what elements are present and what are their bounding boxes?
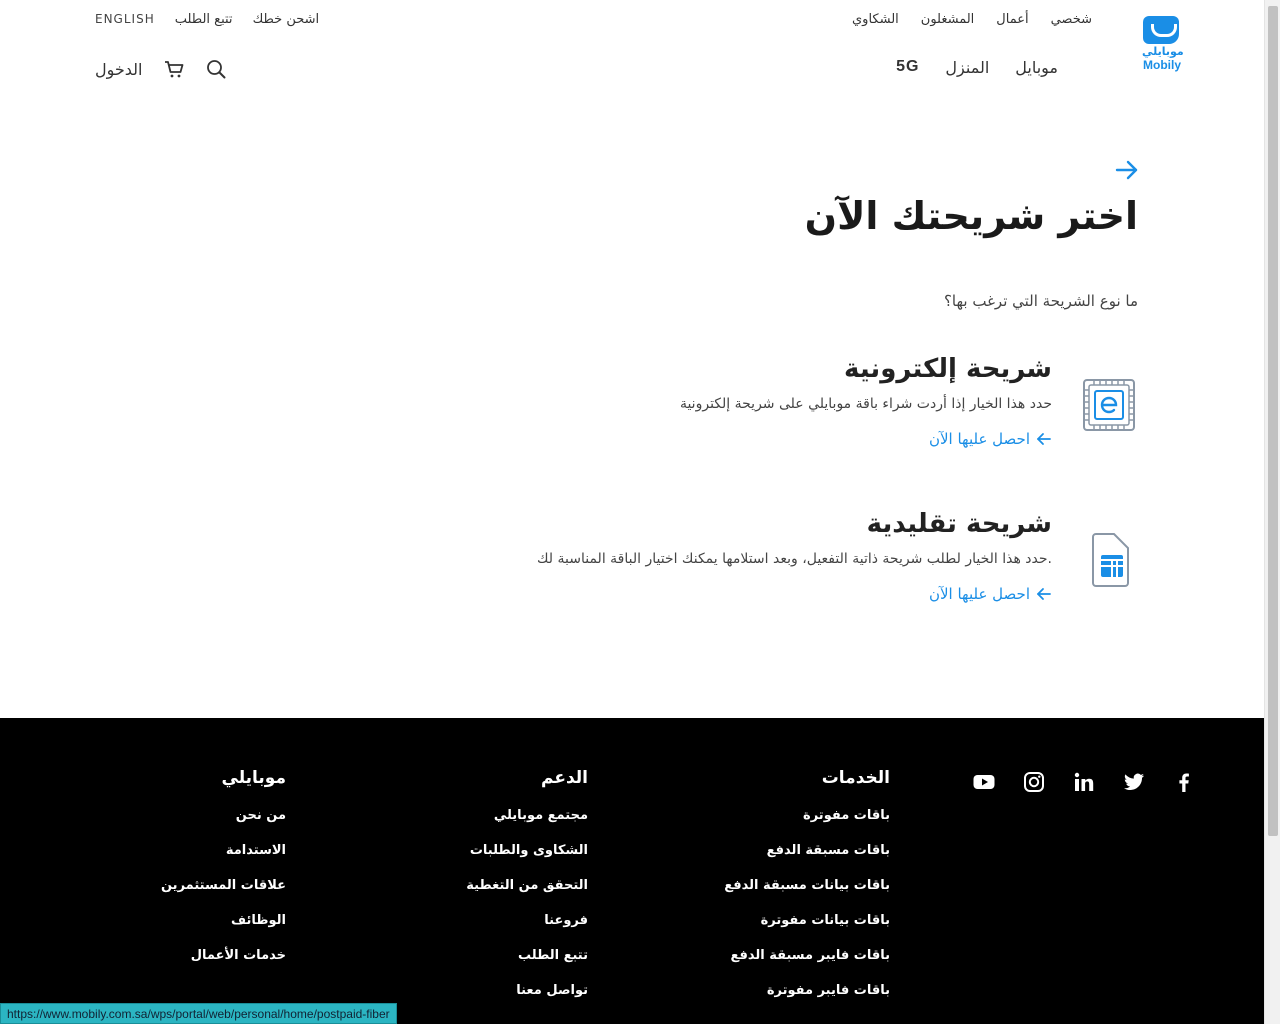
option-physical-sim[interactable]: شريحة تقليدية حدد هذا الخيار لطلب شريحة … xyxy=(498,509,1138,619)
top-left-links: اشحن خطك تتبع الطلب ENGLISH xyxy=(95,12,319,27)
mobily-logo[interactable]: موبايلي Mobily xyxy=(1142,16,1184,78)
linkedin-icon[interactable] xyxy=(1072,770,1096,794)
top-right-links: شخصي أعمال المشغلون الشكاوي xyxy=(852,12,1092,27)
top-bar: شخصي أعمال المشغلون الشكاوي اشحن خطك تتب… xyxy=(0,12,1264,34)
logo-text-arabic: موبايلي xyxy=(1142,45,1184,58)
footer-link[interactable]: علاقات المستثمرين xyxy=(161,878,286,893)
footer-link[interactable]: باقات بيانات مفوترة xyxy=(724,913,890,928)
footer-link[interactable]: من نحن xyxy=(161,808,286,823)
footer: الخدمات باقات مفوترة باقات مسبقة الدفع ب… xyxy=(0,718,1264,1024)
footer-heading: موبايلي xyxy=(221,768,286,788)
esim-icon xyxy=(1080,376,1138,434)
top-link-operators[interactable]: المشغلون xyxy=(921,12,975,27)
footer-link[interactable]: باقات فايبر مفوترة xyxy=(724,983,890,998)
nav-tools: الدخول xyxy=(95,58,227,80)
nav-mobile[interactable]: موبايل xyxy=(1015,58,1058,77)
language-switch[interactable]: ENGLISH xyxy=(95,12,155,27)
footer-link[interactable]: مجتمع موبايلي xyxy=(466,808,588,823)
arrow-left-icon xyxy=(1037,588,1051,600)
option-description: حدد هذا الخيار لطلب شريحة ذاتية التفعيل،… xyxy=(537,551,1052,567)
top-link-personal[interactable]: شخصي xyxy=(1051,12,1092,27)
footer-link[interactable]: الشكاوى والطلبات xyxy=(466,843,588,858)
logo-text-english: Mobily xyxy=(1143,58,1181,72)
main-nav: موبايل المنزل 5G xyxy=(896,58,1058,77)
page-scrollbar[interactable] xyxy=(1264,0,1280,1024)
option-title: شريحة تقليدية xyxy=(866,509,1052,539)
option-description: حدد هذا الخيار إذا أردت شراء باقة موبايل… xyxy=(679,396,1052,412)
sim-card-icon xyxy=(1080,531,1138,589)
back-arrow-icon[interactable] xyxy=(1114,158,1140,182)
footer-column-mobily: موبايلي من نحن الاستدامة علاقات المستثمر… xyxy=(161,768,286,983)
footer-link[interactable]: فروعنا xyxy=(466,913,588,928)
facebook-icon[interactable] xyxy=(1172,770,1196,794)
footer-link[interactable]: باقات بيانات مسبقة الدفع xyxy=(724,878,890,893)
status-bar-url: https://www.mobily.com.sa/wps/portal/web… xyxy=(0,1003,397,1024)
top-link-recharge[interactable]: اشحن خطك xyxy=(253,12,320,27)
social-links xyxy=(972,770,1196,794)
footer-link[interactable]: تواصل معنا xyxy=(466,983,588,998)
twitter-icon[interactable] xyxy=(1122,770,1146,794)
youtube-icon[interactable] xyxy=(972,770,996,794)
option-title: شريحة إلكترونية xyxy=(844,354,1052,384)
scrollbar-thumb[interactable] xyxy=(1268,6,1278,836)
footer-link[interactable]: الوظائف xyxy=(161,913,286,928)
get-now-label: احصل عليها الآن xyxy=(928,430,1030,448)
page-title: اختر شريحتك الآن xyxy=(804,194,1138,238)
footer-column-support: الدعم مجتمع موبايلي الشكاوى والطلبات الت… xyxy=(466,768,588,1018)
login-link[interactable]: الدخول xyxy=(95,60,143,79)
footer-link[interactable]: باقات مفوترة xyxy=(724,808,890,823)
instagram-icon[interactable] xyxy=(1022,770,1046,794)
sim-type-question: ما نوع الشريحة التي ترغب بها؟ xyxy=(943,292,1138,310)
footer-link[interactable]: الاستدامة xyxy=(161,843,286,858)
nav-5g[interactable]: 5G xyxy=(896,58,919,77)
top-link-business[interactable]: أعمال xyxy=(996,12,1028,27)
nav-home[interactable]: المنزل xyxy=(945,58,989,77)
footer-link[interactable]: التحقق من التغطية xyxy=(466,878,588,893)
arrow-left-icon xyxy=(1037,433,1051,445)
footer-heading: الدعم xyxy=(541,768,588,788)
get-esim-link[interactable]: احصل عليها الآن xyxy=(929,430,1052,448)
footer-link[interactable]: باقات فايبر مسبقة الدفع xyxy=(724,948,890,963)
get-now-label: احصل عليها الآن xyxy=(928,585,1030,603)
get-physical-sim-link[interactable]: احصل عليها الآن xyxy=(929,585,1052,603)
page: شخصي أعمال المشغلون الشكاوي اشحن خطك تتب… xyxy=(0,0,1264,1024)
footer-link[interactable]: باقات مسبقة الدفع xyxy=(724,843,890,858)
search-icon[interactable] xyxy=(205,58,227,80)
footer-column-services: الخدمات باقات مفوترة باقات مسبقة الدفع ب… xyxy=(724,768,890,1018)
cart-icon[interactable] xyxy=(163,58,185,80)
logo-mark-icon xyxy=(1143,16,1179,44)
footer-heading: الخدمات xyxy=(821,768,890,788)
footer-link[interactable]: تتبع الطلب xyxy=(466,948,588,963)
footer-link[interactable]: خدمات الأعمال xyxy=(161,948,286,963)
top-link-complaints[interactable]: الشكاوي xyxy=(852,12,899,27)
option-esim[interactable]: شريحة إلكترونية حدد هذا الخيار إذا أردت … xyxy=(498,354,1138,464)
top-link-track-order[interactable]: تتبع الطلب xyxy=(175,12,233,27)
